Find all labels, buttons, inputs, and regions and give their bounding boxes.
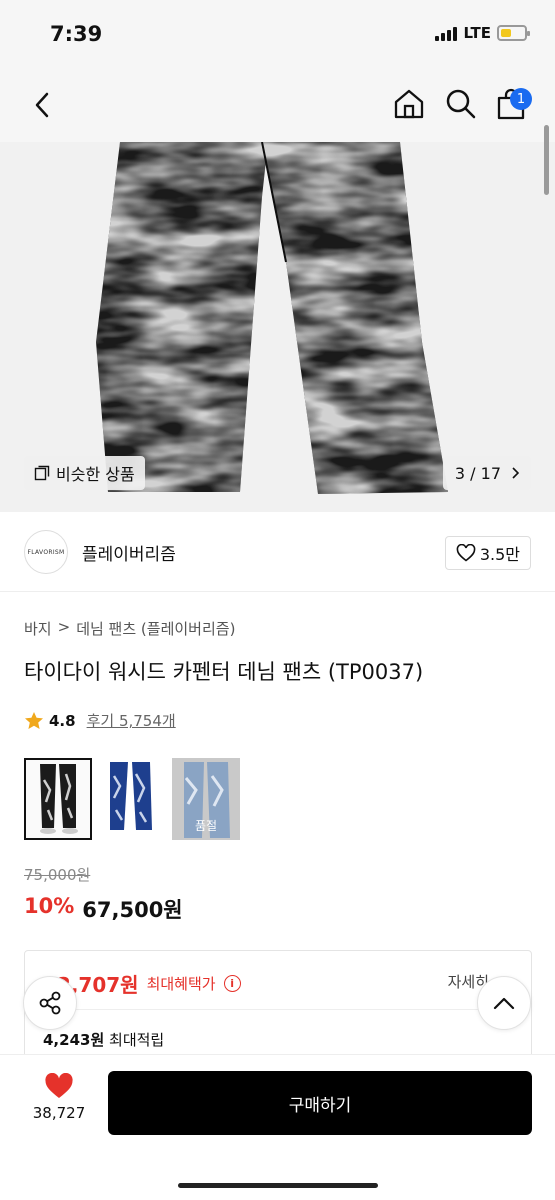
brand-like-count: 3.5만: [479, 545, 520, 564]
bottom-bar: 38,727 구매하기: [0, 1054, 555, 1200]
color-option-light-blue[interactable]: 품절: [172, 758, 240, 840]
color-options: 품절: [24, 758, 240, 840]
cart-count-badge: 1: [510, 88, 532, 110]
status-bar: 7:39 LTE: [0, 0, 555, 70]
similar-icon: [34, 465, 50, 481]
info-icon[interactable]: i: [223, 975, 241, 992]
like-button[interactable]: 38,727: [24, 1073, 94, 1122]
points-amount: 4,243원: [43, 1031, 105, 1049]
color-option-black[interactable]: [24, 758, 92, 840]
status-indicators: LTE: [435, 24, 530, 42]
chevron-right-icon: [512, 467, 519, 479]
page-scrollbar[interactable]: [544, 125, 549, 195]
buy-button-label: 구매하기: [288, 1095, 352, 1116]
brand-row: FLAVORISM 플레이버리즘 3.5만: [0, 512, 555, 592]
brand-logo-text: FLAVORISM: [27, 548, 65, 556]
rating-row: 4.8 후기 5,754개: [24, 710, 176, 731]
image-counter-text: 3 / 17: [454, 463, 501, 483]
battery-icon: [497, 25, 530, 41]
brand-name[interactable]: 플레이버리즘: [82, 540, 176, 565]
price-row: 10% 67,500원: [24, 894, 183, 924]
thumbnail-image: [98, 758, 166, 840]
similar-products-button[interactable]: 비슷한 상품: [24, 456, 145, 490]
soldout-label: 품절: [194, 819, 218, 833]
scroll-top-button[interactable]: [477, 976, 531, 1030]
heart-filled-icon: [45, 1073, 73, 1098]
back-arrow-icon[interactable]: [28, 90, 58, 120]
discount-rate: 10%: [24, 894, 75, 918]
signal-icon: [435, 25, 458, 41]
points-label: 최대적립: [109, 1031, 165, 1049]
heart-outline-icon: [456, 544, 476, 562]
home-indicator: [178, 1183, 378, 1188]
share-button[interactable]: [23, 976, 77, 1030]
breadcrumb-subcategory[interactable]: 데님 팬츠 (플레이버리즘): [76, 618, 235, 639]
review-count-link[interactable]: 후기 5,754개: [87, 710, 176, 731]
thumbnail-image: [26, 760, 90, 838]
status-time: 7:39: [50, 22, 103, 46]
similar-label: 비슷한 상품: [56, 465, 135, 484]
sale-price: 67,500원: [82, 898, 183, 922]
rating-score: 4.8: [49, 711, 76, 730]
share-icon: [39, 991, 61, 1015]
breadcrumb-category[interactable]: 바지: [24, 618, 52, 639]
home-icon[interactable]: [392, 87, 426, 121]
breadcrumb-separator: >: [57, 618, 71, 636]
brand-like-button[interactable]: 3.5만: [444, 536, 531, 570]
max-benefit-label: 최대혜택가: [146, 975, 216, 993]
breadcrumb: 바지 > 데님 팬츠 (플레이버리즘): [24, 618, 235, 639]
divider: [43, 1009, 513, 1010]
buy-button[interactable]: 구매하기: [108, 1071, 532, 1135]
top-nav: [0, 70, 555, 142]
network-label: LTE: [463, 24, 491, 42]
color-option-blue[interactable]: [98, 758, 166, 840]
brand-logo[interactable]: FLAVORISM: [24, 530, 68, 574]
max-points-row: 4,243원 최대적립: [43, 1029, 164, 1050]
like-count: 38,727: [32, 1104, 86, 1122]
benefit-box: 62,707원 최대혜택가 i 자세히 4,243원 최대적립: [24, 950, 532, 1070]
star-icon: [25, 712, 43, 729]
original-price: 75,000원: [24, 866, 91, 884]
chevron-up-icon: [493, 997, 515, 1010]
product-title: 타이다이 워시드 카펜터 데님 팬츠 (TP0037): [24, 660, 424, 684]
image-counter[interactable]: 3 / 17: [442, 456, 531, 490]
search-icon[interactable]: [444, 87, 478, 121]
